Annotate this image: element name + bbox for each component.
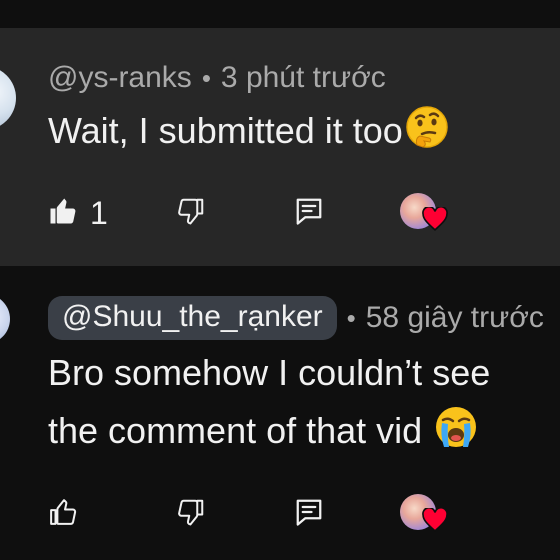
avatar[interactable]	[0, 66, 16, 130]
separator-dot: •	[201, 62, 211, 93]
comment-actions	[0, 489, 560, 539]
reply-comment-icon	[294, 196, 324, 231]
creator-heart-badge[interactable]	[400, 489, 450, 539]
dislike-button[interactable]	[176, 188, 206, 238]
dislike-button[interactable]	[176, 489, 206, 539]
like-button[interactable]: 1	[48, 188, 108, 238]
reply-button[interactable]	[294, 188, 324, 238]
thumbs-up-filled-icon	[48, 196, 78, 231]
comment-time: 3 phút trước	[220, 61, 386, 94]
heart-icon	[422, 205, 448, 236]
comment-text: Wait, I submitted it too	[48, 102, 449, 160]
author-name-chip[interactable]: @Shuu_the_rạnker	[48, 296, 337, 340]
reply-button[interactable]	[294, 489, 324, 539]
author-name[interactable]: @ys-ranks	[48, 61, 192, 95]
comments-screen: @ys-ranks • 3 phút trước Wait, I submitt…	[0, 0, 560, 560]
thumbs-up-icon	[48, 497, 78, 532]
comment-text-line-wrap: the comment of that vid	[48, 402, 490, 460]
reply-comment-icon	[294, 497, 324, 532]
comment-meta: @Shuu_the_rạnker • 58 giây trước	[48, 296, 544, 340]
top-bar	[0, 0, 560, 28]
comment-text-line: the comment of that vid	[48, 410, 423, 451]
like-count: 1	[90, 194, 108, 231]
thumbs-down-icon	[176, 497, 206, 532]
comment-actions: 1	[0, 188, 560, 238]
loudly-crying-face-emoji-icon	[434, 405, 478, 449]
comment-text-line: Bro somehow I couldn’t see	[48, 352, 491, 393]
avatar[interactable]	[0, 294, 10, 344]
like-button[interactable]	[48, 489, 90, 539]
creator-heart-wrap	[400, 191, 450, 235]
comment: @Shuu_the_rạnker • 58 giây trước Bro som…	[0, 266, 560, 560]
thumbs-down-icon	[176, 196, 206, 231]
comment-text-line: Wait, I submitted it too	[48, 110, 403, 151]
comment-highlighted: @ys-ranks • 3 phút trước Wait, I submitt…	[0, 28, 560, 266]
thinking-face-emoji-icon	[405, 105, 449, 149]
comment-text: Bro somehow I couldn’t see the comment o…	[48, 344, 490, 460]
creator-heart-badge[interactable]	[400, 188, 450, 238]
heart-icon	[422, 506, 448, 537]
creator-heart-wrap	[400, 492, 450, 536]
comment-time: 58 giây trước	[365, 301, 544, 334]
separator-dot: •	[346, 302, 356, 333]
comment-meta: @ys-ranks • 3 phút trước	[48, 58, 386, 98]
